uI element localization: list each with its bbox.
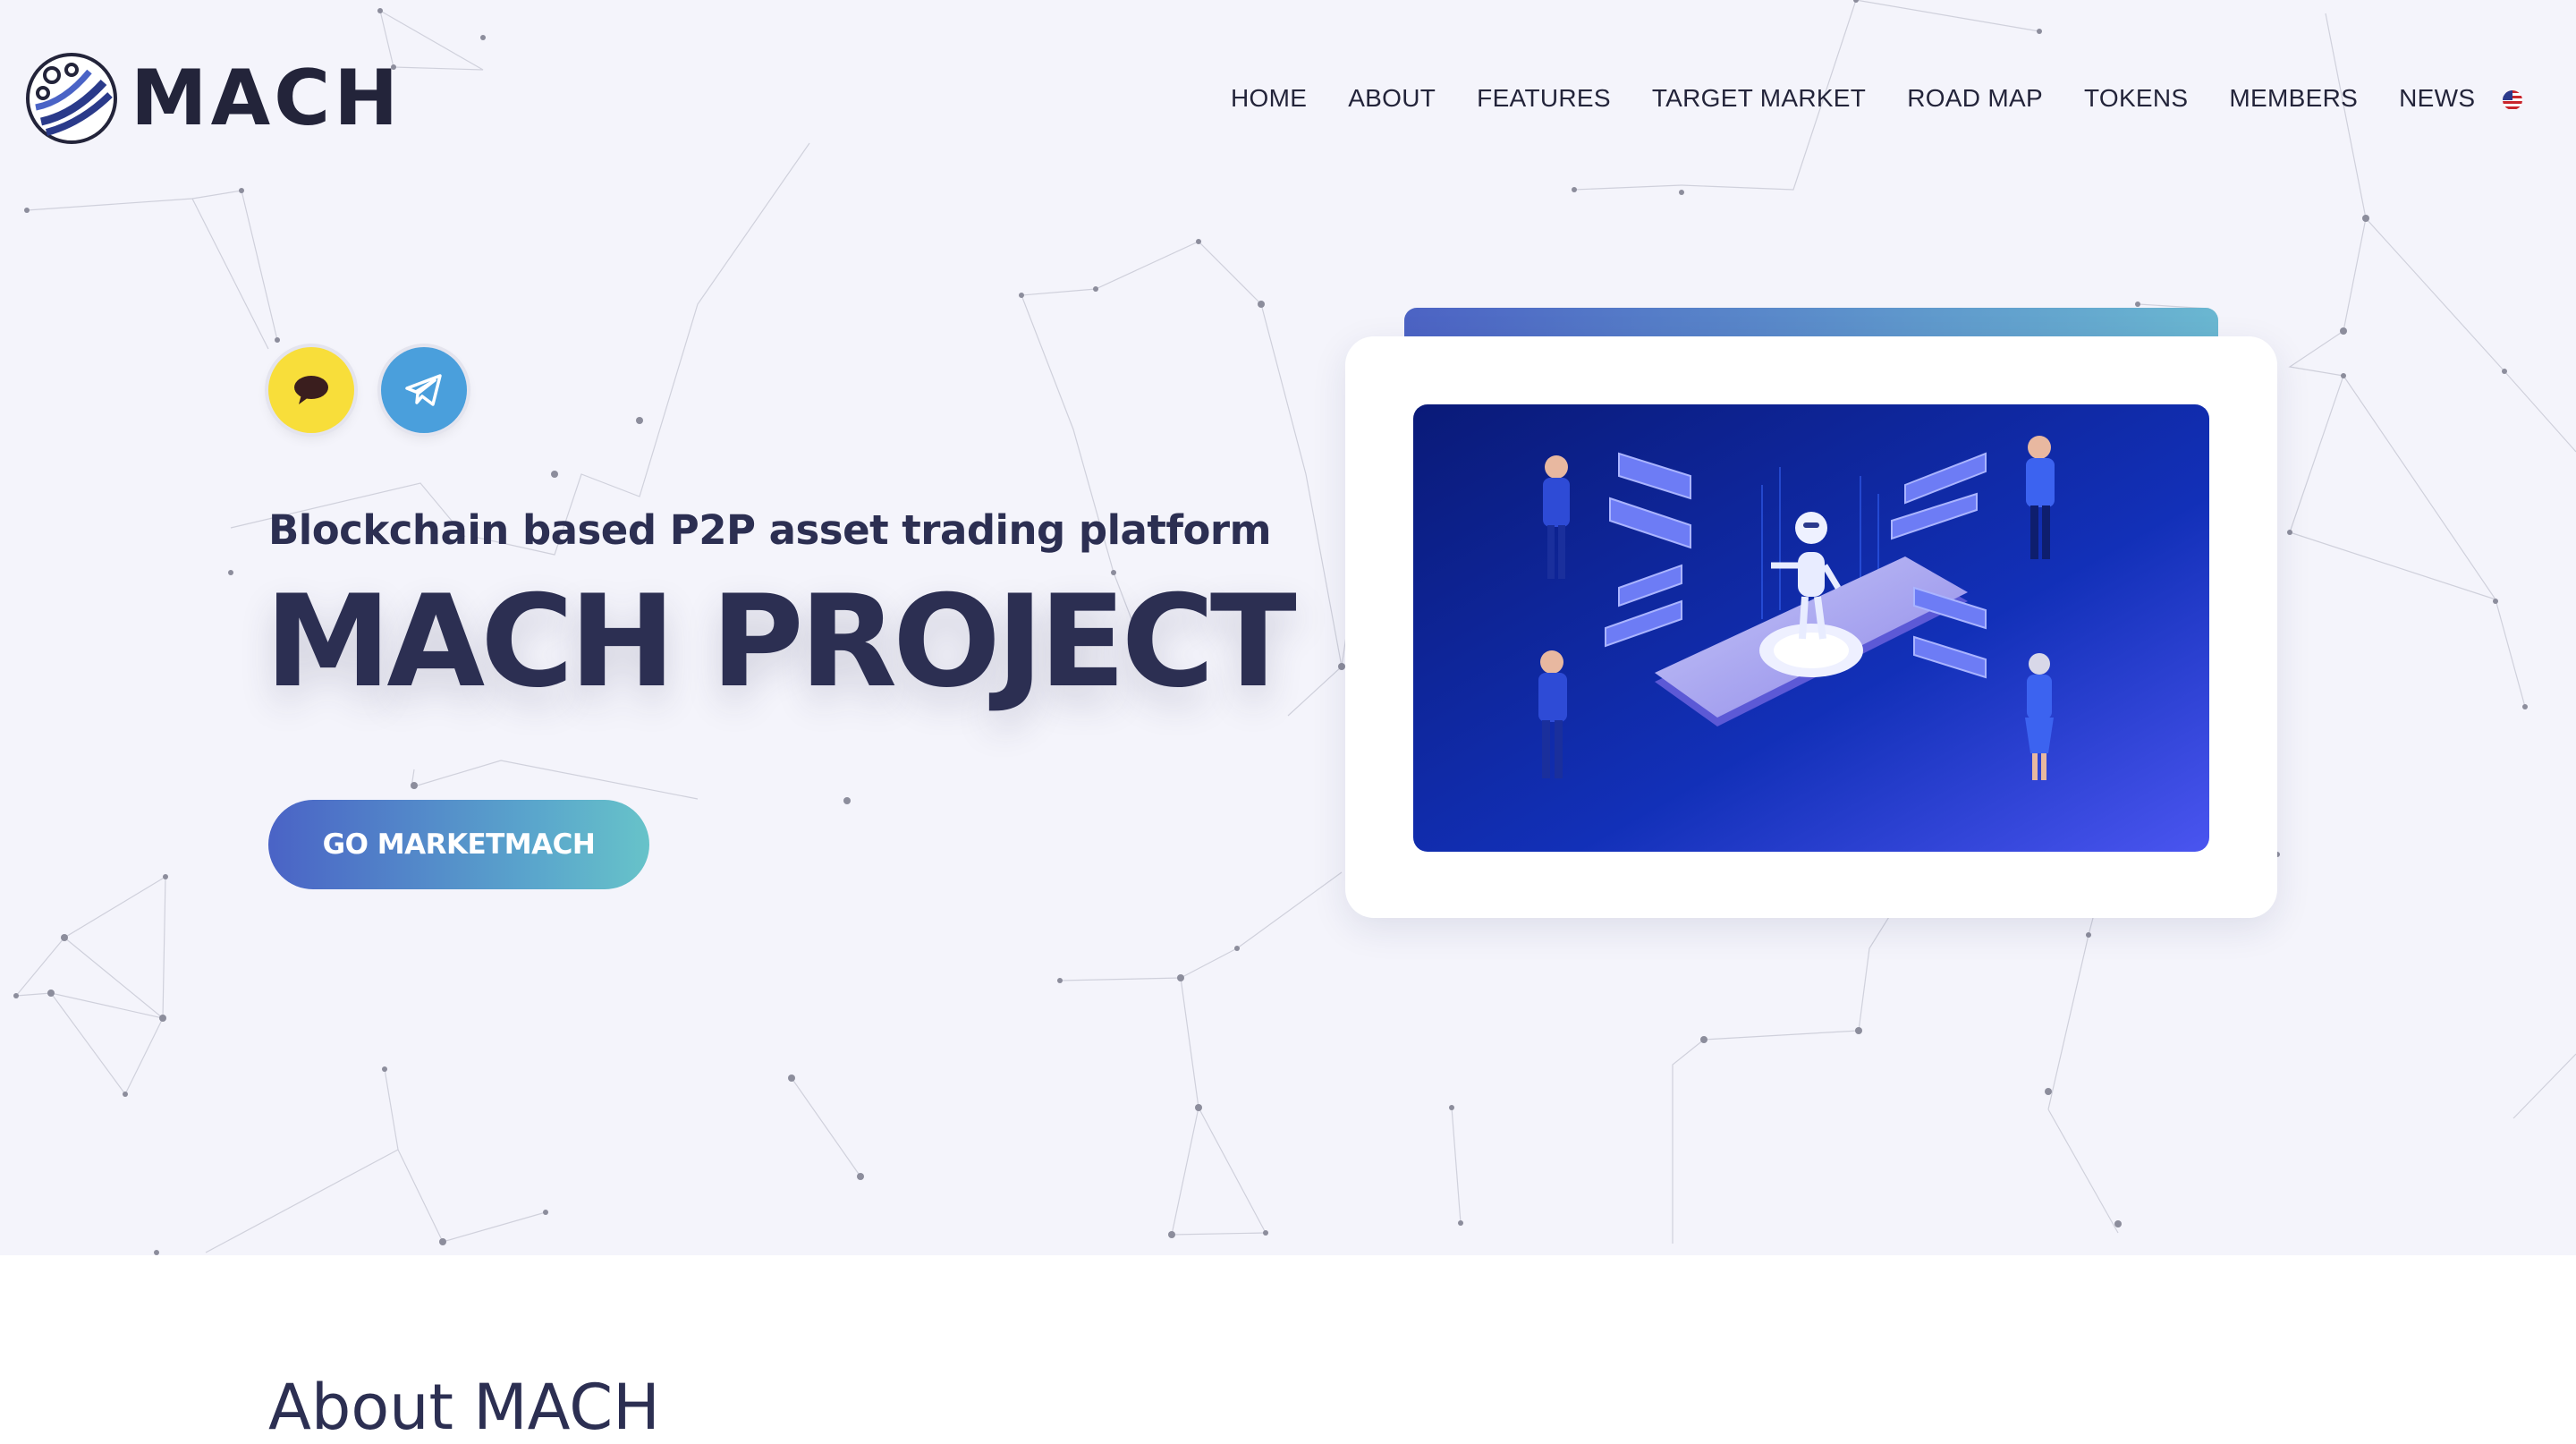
nav-tokens[interactable]: TOKENS bbox=[2084, 84, 2188, 113]
main-nav: HOME ABOUT FEATURES TARGET MARKET ROAD M… bbox=[1231, 84, 2516, 113]
nav-features[interactable]: FEATURES bbox=[1477, 84, 1611, 113]
kakao-chat-icon bbox=[294, 376, 328, 404]
nav-road-map[interactable]: ROAD MAP bbox=[1907, 84, 2043, 113]
go-marketmach-button[interactable]: GO MARKETMACH bbox=[268, 800, 649, 889]
social-links bbox=[268, 347, 494, 433]
hero-illustration bbox=[1413, 404, 2209, 852]
hero-title: MACH PROJECT bbox=[265, 568, 1297, 716]
illustration-card bbox=[1345, 336, 2277, 918]
nav-target-market[interactable]: TARGET MARKET bbox=[1652, 84, 1866, 113]
telegram-button[interactable] bbox=[381, 347, 467, 433]
hero-section: MACH HOME ABOUT FEATURES TARGET MARKET R… bbox=[0, 0, 2576, 1255]
nav-about[interactable]: ABOUT bbox=[1348, 84, 1436, 113]
kakao-button[interactable] bbox=[268, 347, 354, 433]
logo-text: MACH bbox=[131, 54, 402, 143]
language-flag-icon[interactable] bbox=[2503, 90, 2522, 110]
hero-subtitle: Blockchain based P2P asset trading platf… bbox=[268, 506, 1272, 554]
site-logo[interactable]: MACH bbox=[25, 52, 402, 145]
nav-members[interactable]: MEMBERS bbox=[2229, 84, 2358, 113]
nav-home[interactable]: HOME bbox=[1231, 84, 1307, 113]
globe-logo-icon bbox=[26, 53, 117, 144]
about-section-title: About MACH bbox=[268, 1371, 660, 1444]
telegram-icon bbox=[405, 374, 442, 406]
nav-news[interactable]: NEWS bbox=[2399, 84, 2475, 113]
